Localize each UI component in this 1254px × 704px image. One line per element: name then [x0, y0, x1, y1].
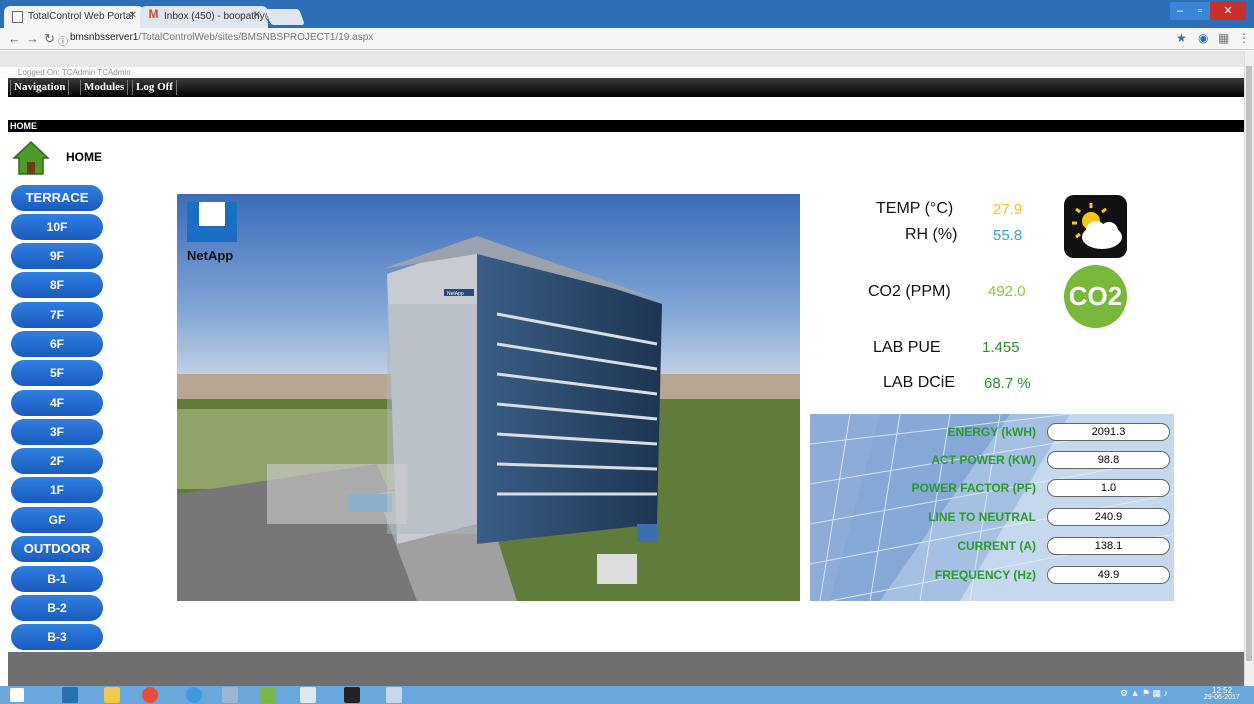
tab-title: TotalControl Web Portal	[28, 11, 134, 22]
url-field[interactable]: bmsnbsserver1/TotalControlWeb/sites/BMSN…	[70, 32, 373, 43]
energy-label: POWER FACTOR (PF)	[911, 481, 1036, 495]
scrollbar-thumb[interactable]	[1246, 66, 1252, 661]
tab-inbox[interactable]: M Inbox (450) - boopathy@ ✕	[140, 6, 268, 28]
windows-start-icon[interactable]	[10, 688, 24, 702]
extension-icon[interactable]: ▦	[1218, 31, 1229, 45]
netapp-logo-text: NetApp	[187, 248, 233, 263]
energy-label: CURRENT (A)	[957, 539, 1036, 553]
energy-value: 1.0	[1047, 479, 1170, 497]
menu-bar: Navigation Modules Log Off	[8, 78, 1244, 97]
co2-icon: CO2	[1064, 265, 1127, 328]
reload-icon[interactable]: ↻	[44, 31, 55, 47]
energy-value: 49.9	[1047, 566, 1170, 584]
menu-icon[interactable]: ⋮	[1238, 31, 1250, 45]
energy-value: 138.1	[1047, 537, 1170, 555]
energy-value: 2091.3	[1047, 423, 1170, 441]
floor-button-6f[interactable]: 6F	[11, 331, 103, 357]
hp-extension-icon[interactable]: ◉	[1198, 31, 1208, 45]
page-icon	[12, 11, 23, 23]
building-photo: NetApp NetApp	[177, 194, 800, 601]
menu-log-off[interactable]: Log Off	[132, 80, 177, 95]
logged-on-text: Logged On: TCAdmin TCAdmin	[0, 67, 1244, 78]
url-path: /TotalControlWeb/sites/BMSNBSPROJECT1/19…	[138, 32, 374, 43]
floor-button-5f[interactable]: 5F	[11, 360, 103, 386]
restore-button[interactable]: ▫	[1190, 2, 1210, 20]
address-bar: ← → ↻ ⓘ bmsnbsserver1/TotalControlWeb/si…	[0, 28, 1254, 50]
home-icon[interactable]	[12, 140, 50, 176]
weather-icon	[1064, 195, 1127, 258]
dcie-label: LAB DCiE	[883, 374, 956, 391]
taskbar: ⚙ ▲ ⚑ ▦ ♪ 12:52 29-06-2017	[0, 686, 1254, 704]
pue-label: LAB PUE	[873, 339, 941, 356]
rh-label: RH (%)	[905, 226, 958, 243]
menu-navigation[interactable]: Navigation	[10, 80, 70, 95]
chrome-icon[interactable]	[142, 687, 158, 703]
floor-button-1f[interactable]: 1F	[11, 477, 103, 503]
temp-value: 27.9	[993, 201, 1023, 218]
adf-app-icon[interactable]	[344, 687, 360, 703]
floor-button-2f[interactable]: 2F	[11, 448, 103, 474]
energy-label: LINE TO NEUTRAL	[928, 510, 1036, 524]
task-view-icon[interactable]	[62, 687, 78, 703]
floor-button-3f[interactable]: 3F	[11, 419, 103, 445]
file-explorer-icon[interactable]	[104, 687, 120, 703]
app-icon[interactable]	[260, 687, 276, 703]
pue-value: 1.455	[982, 339, 1020, 356]
tab-totalcontrol[interactable]: TotalControl Web Portal ✕	[4, 6, 144, 28]
tray-icons[interactable]: ⚙ ▲ ⚑ ▦ ♪	[1120, 688, 1168, 699]
co2-label: CO2 (PPM)	[868, 283, 951, 300]
tc-app-icon[interactable]	[300, 687, 316, 703]
floor-button-gf[interactable]: GF	[11, 507, 103, 533]
snipping-tool-icon[interactable]	[222, 687, 238, 703]
energy-label: ACT POWER (KW)	[931, 453, 1036, 467]
browser-tabstrip: TotalControl Web Portal ✕ M Inbox (450) …	[0, 0, 1254, 28]
energy-label: ENERGY (kWH)	[947, 425, 1036, 439]
clock-date: 29-06-2017	[1204, 694, 1240, 701]
energy-value: 98.8	[1047, 451, 1170, 469]
co2-value: 492.0	[988, 283, 1026, 300]
minimize-button[interactable]: –	[1170, 2, 1190, 20]
rh-value: 55.8	[993, 227, 1023, 244]
close-icon[interactable]: ✕	[253, 10, 261, 21]
temp-label: TEMP (°C)	[876, 200, 954, 217]
floor-button-8f[interactable]: 8F	[11, 272, 103, 298]
floor-button-b-2[interactable]: B-2	[11, 595, 103, 621]
gmail-icon: M	[148, 7, 159, 21]
dcie-value: 68.7 %	[984, 375, 1031, 392]
floor-button-7f[interactable]: 7F	[11, 302, 103, 328]
page-footer	[8, 652, 1244, 686]
floor-button-10f[interactable]: 10F	[11, 214, 103, 240]
building-sign: NetApp	[447, 291, 464, 297]
info-icon[interactable]: ⓘ	[58, 33, 68, 48]
bookmark-star-icon[interactable]: ★	[1176, 31, 1187, 45]
close-window-button[interactable]: ✕	[1210, 2, 1246, 20]
energy-value: 240.9	[1047, 508, 1170, 526]
url-host: bmsnbsserver1	[70, 32, 139, 43]
page-top-strip	[0, 51, 1244, 67]
new-tab-button[interactable]	[265, 9, 305, 25]
menu-modules[interactable]: Modules	[80, 80, 129, 95]
back-icon[interactable]: ←	[8, 31, 21, 46]
floor-button-4f[interactable]: 4F	[11, 390, 103, 416]
energy-label: FREQUENCY (Hz)	[934, 568, 1036, 582]
close-icon[interactable]: ✕	[129, 10, 137, 21]
breadcrumb: HOME	[8, 120, 1244, 132]
home-label: HOME	[66, 150, 102, 164]
internet-explorer-icon[interactable]	[186, 687, 202, 703]
floor-button-b-1[interactable]: B-1	[11, 566, 103, 592]
floor-button-b-3[interactable]: B-3	[11, 624, 103, 650]
document-app-icon[interactable]	[386, 687, 402, 703]
forward-icon[interactable]: →	[26, 31, 39, 46]
floor-button-outdoor[interactable]: OUTDOOR	[11, 536, 103, 562]
floor-button-9f[interactable]: 9F	[11, 243, 103, 269]
floor-button-terrace[interactable]: TERRACE	[11, 185, 103, 211]
